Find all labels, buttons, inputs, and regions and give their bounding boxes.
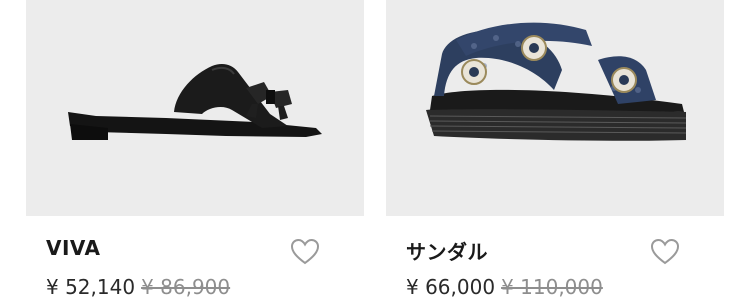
product-name[interactable]: VIVA — [46, 236, 101, 260]
price-original: ¥ 110,000 — [501, 275, 603, 299]
product-price: ¥ 66,000 ¥ 110,000 — [406, 273, 603, 301]
price-current: ¥ 66,000 — [406, 275, 496, 299]
heart-outline-icon — [650, 238, 680, 265]
product-grid: VIVA ¥ 52,140 ¥ 86,900 サンダル ¥ 66,000 ¥ 1… — [0, 0, 750, 302]
black-slide-sandal-image — [68, 64, 322, 140]
denim-strap-sandal-image — [426, 22, 687, 141]
product-image[interactable] — [386, 0, 724, 216]
product-price: ¥ 52,140 ¥ 86,900 — [46, 273, 230, 301]
price-current: ¥ 52,140 — [46, 275, 136, 299]
heart-outline-icon — [290, 238, 320, 265]
product-card[interactable]: VIVA ¥ 52,140 ¥ 86,900 — [26, 0, 364, 302]
product-name[interactable]: サンダル — [406, 236, 488, 265]
favorite-button[interactable] — [650, 238, 680, 266]
price-original: ¥ 86,900 — [141, 275, 231, 299]
favorite-button[interactable] — [290, 238, 320, 266]
product-image[interactable] — [26, 0, 364, 216]
product-card[interactable]: サンダル ¥ 66,000 ¥ 110,000 — [386, 0, 724, 302]
